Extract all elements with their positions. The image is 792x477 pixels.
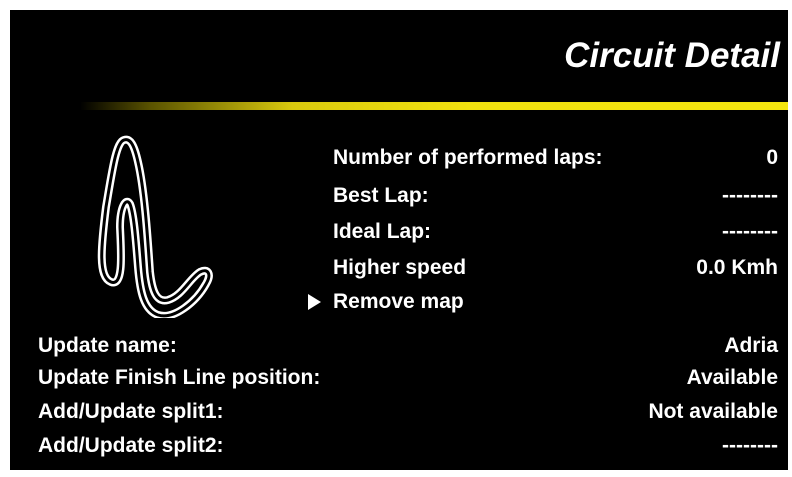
stat-ideal-lap-value: -------- <box>722 220 778 243</box>
stat-best-lap-value: -------- <box>722 184 778 207</box>
update-split2-item[interactable]: Add/Update split2: <box>38 434 224 458</box>
update-name-value: Adria <box>724 334 778 357</box>
update-finish-line-item[interactable]: Update Finish Line position: <box>38 366 320 390</box>
stat-laps-value: 0 <box>766 146 778 169</box>
update-finish-line-value: Available <box>686 366 778 389</box>
remove-map-button[interactable]: Remove map <box>333 290 464 314</box>
track-outline-icon <box>97 135 213 318</box>
update-split1-item[interactable]: Add/Update split1: <box>38 400 224 424</box>
circuit-detail-screen: Circuit Detail Number of performed laps:… <box>10 10 788 470</box>
update-split1-value: Not available <box>648 400 778 423</box>
update-name-item[interactable]: Update name: <box>38 334 177 358</box>
title-underline-bar <box>80 102 788 110</box>
stat-best-lap-label: Best Lap: <box>333 184 429 207</box>
page-title: Circuit Detail <box>564 36 780 75</box>
stat-laps-label: Number of performed laps: <box>333 146 603 169</box>
stat-ideal-lap-label: Ideal Lap: <box>333 220 432 243</box>
selection-arrow-icon <box>308 294 321 310</box>
stat-higher-speed-value: 0.0 Kmh <box>696 256 778 279</box>
update-split2-value: -------- <box>722 434 778 457</box>
stat-higher-speed-label: Higher speed <box>333 256 467 279</box>
